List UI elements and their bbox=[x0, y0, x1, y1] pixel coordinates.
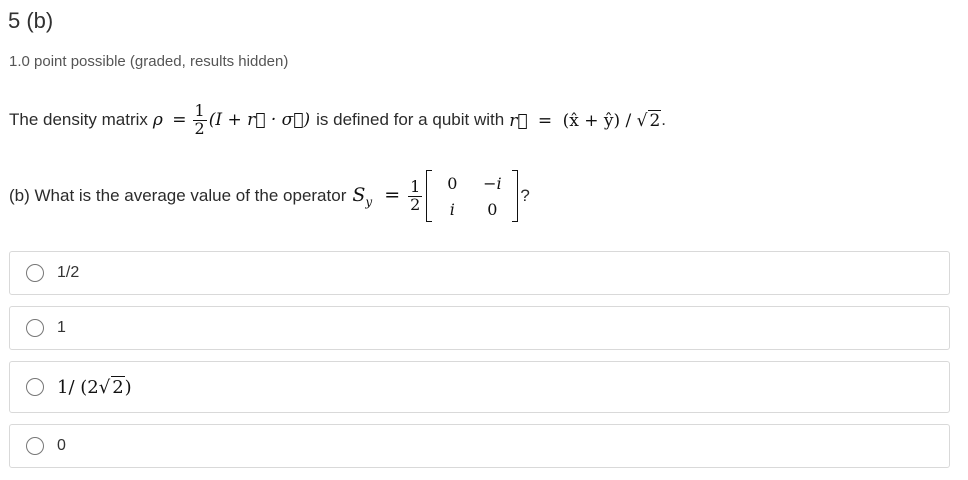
math-rho: ρ = bbox=[152, 110, 187, 130]
math-operator-sy: Sy = bbox=[352, 183, 401, 209]
radio-button[interactable] bbox=[26, 319, 44, 337]
choice-label: 0 bbox=[57, 437, 66, 454]
prompt-line-question: (b) What is the average value of the ope… bbox=[9, 168, 530, 224]
math-fraction-half: 1 2 bbox=[408, 176, 423, 214]
choice-option[interactable]: 0 bbox=[9, 424, 950, 468]
prompt-text: The density matrix bbox=[9, 110, 148, 129]
math-fraction-half: 1 2 bbox=[192, 100, 207, 138]
math-r-vector: r⃗ = (x̂ + ŷ) / √ 2 bbox=[509, 109, 662, 131]
math-sqrt: √ 2 bbox=[636, 109, 662, 131]
problem-title: 5 (b) bbox=[8, 8, 54, 33]
prompt-text: ? bbox=[520, 186, 530, 205]
math-density-expression: (I + r⃗ · σ⃗) bbox=[208, 110, 311, 130]
math-pauli-matrix: 0 −i i 0 bbox=[426, 170, 519, 222]
prompt-line-density: The density matrix ρ = 1 2 (I + r⃗ · σ⃗)… bbox=[9, 95, 666, 145]
choice-label: 1 bbox=[57, 319, 66, 336]
radio-button[interactable] bbox=[26, 437, 44, 455]
choice-option[interactable]: 1/ (2 √ 2 ) bbox=[9, 361, 950, 413]
problem-progress: 1.0 point possible (graded, results hidd… bbox=[9, 53, 289, 70]
choice-option[interactable]: 1/2 bbox=[9, 251, 950, 295]
prompt-text: . bbox=[661, 110, 667, 129]
choice-label: 1/2 bbox=[57, 264, 80, 281]
prompt-text: (b) What is the average value of the ope… bbox=[9, 186, 347, 205]
choice-option[interactable]: 1 bbox=[9, 306, 950, 350]
prompt-text: is defined for a qubit with bbox=[316, 110, 505, 129]
radio-button[interactable] bbox=[26, 264, 44, 282]
choice-label-math: 1/ (2 √ 2 ) bbox=[57, 376, 132, 398]
radio-button[interactable] bbox=[26, 378, 44, 396]
